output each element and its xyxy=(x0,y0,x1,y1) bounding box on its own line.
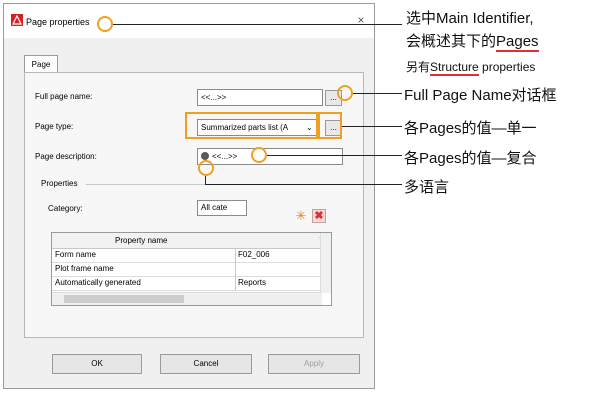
cancel-button[interactable]: Cancel xyxy=(160,354,252,374)
connector-full-name xyxy=(353,93,402,94)
row-value: F02_006 xyxy=(238,250,270,259)
connector-description xyxy=(267,155,402,156)
globe-icon xyxy=(201,152,209,160)
header-value[interactable]: V xyxy=(235,233,325,248)
connector-globe-h xyxy=(205,184,402,185)
page-description-label: Page description: xyxy=(35,152,97,161)
connector-globe-v xyxy=(205,176,206,184)
warning-app-icon xyxy=(11,14,23,26)
table-row[interactable]: Plot frame name xyxy=(52,262,322,277)
connector-page-type xyxy=(342,126,402,127)
apply-button[interactable]: Apply xyxy=(268,354,360,374)
annotation-multilingual: 多语言 xyxy=(404,179,450,196)
horizontal-scrollbar[interactable] xyxy=(52,292,322,305)
tab-page[interactable]: Page xyxy=(24,55,58,73)
category-label: Category: xyxy=(48,204,83,213)
annotation-full-page-name: Full Page Name对话框 xyxy=(404,87,557,104)
category-value: All cate xyxy=(201,203,228,212)
page-type-highlight xyxy=(185,112,318,139)
annotation-main-identifier: 选中Main Identifier, xyxy=(406,10,534,27)
new-property-icon[interactable]: ✳ xyxy=(294,209,308,223)
table-header: Property name V xyxy=(52,233,325,249)
title-bar: Page properties × xyxy=(4,4,374,38)
annotation-single-value: 各Pages的值—单一 xyxy=(404,120,537,137)
annotation-pages-highlight: Pages xyxy=(496,33,539,52)
row-name: Form name xyxy=(52,248,236,262)
callout-full-name xyxy=(337,85,353,101)
row-value: Reports xyxy=(238,278,267,287)
delete-icon[interactable]: ✖ xyxy=(312,209,326,223)
dialog-title: Page properties xyxy=(26,17,90,27)
page-type-button-highlight xyxy=(318,112,342,139)
callout-globe xyxy=(198,160,214,176)
scroll-thumb[interactable] xyxy=(64,295,184,303)
ok-button[interactable]: OK xyxy=(52,354,142,374)
table-row[interactable]: Form name F02_006 xyxy=(52,248,322,263)
property-table: Property name V Form name F02_006 Plot f… xyxy=(51,232,332,306)
full-page-name-field[interactable]: <<...>> xyxy=(197,89,323,106)
table-row[interactable]: Automatically generated Reports xyxy=(52,276,322,291)
callout-title xyxy=(97,16,113,32)
page-description-field[interactable]: <<...>> xyxy=(197,148,343,165)
row-name: Automatically generated xyxy=(52,276,236,290)
annotation-structure-highlight: Structure xyxy=(430,60,479,76)
vertical-scrollbar[interactable] xyxy=(320,233,331,293)
header-property-name[interactable]: Property name xyxy=(112,233,225,248)
annotation-structure-suffix: properties xyxy=(478,60,536,74)
connector-title xyxy=(113,24,402,25)
callout-description xyxy=(251,147,267,163)
annotation-structure-prefix: 另有 xyxy=(406,60,431,74)
page-properties-dialog: Page properties × Page Full page name: <… xyxy=(3,3,375,389)
properties-group-label: Properties xyxy=(41,179,78,188)
category-select[interactable]: All cate xyxy=(197,200,247,216)
annotation-pages-prefix: 会概述其下的 xyxy=(406,33,497,50)
annotation-pages-line: 会概述其下的Pages xyxy=(406,30,539,52)
page-type-label: Page type: xyxy=(35,122,74,131)
full-page-name-label: Full page name: xyxy=(35,92,93,101)
annotation-composite-value: 各Pages的值—复合 xyxy=(404,150,537,167)
row-name: Plot frame name xyxy=(52,262,236,276)
annotation-structure-line: 另有Structure properties xyxy=(406,58,536,76)
